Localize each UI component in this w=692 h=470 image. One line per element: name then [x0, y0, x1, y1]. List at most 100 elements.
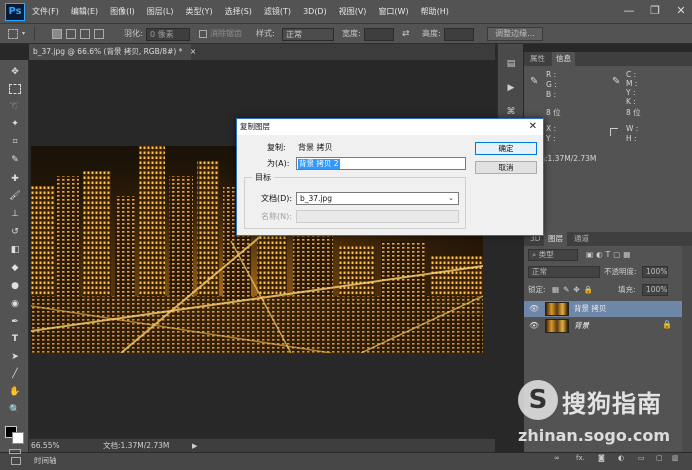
crop-tool-icon[interactable]: ⌗ — [8, 136, 22, 148]
move-tool-icon[interactable]: ✥ — [8, 66, 22, 78]
duplicate-layer-dialog: 复制图层 ✕ 复制: 背景 拷贝 为(A): 背景 拷贝 2 目标 文档(D):… — [236, 118, 544, 236]
status-menu-arrow-icon[interactable]: ▶ — [192, 439, 197, 453]
feather-input[interactable]: 0 像素 — [146, 28, 190, 41]
width-input[interactable] — [364, 28, 394, 41]
brush-tool-icon[interactable]: 🖌 — [8, 190, 22, 202]
adjustment-icon[interactable]: ◐ — [618, 454, 624, 462]
menu-file[interactable]: 文件(F) — [32, 0, 59, 24]
menu-layer[interactable]: 图层(L) — [147, 0, 174, 24]
rect-marquee-tool-icon[interactable] — [9, 84, 21, 94]
fill-input[interactable]: 100% — [642, 284, 668, 296]
quick-mask-icon[interactable] — [9, 449, 21, 454]
layer-filter-icons[interactable]: ▣◐T▢▦ — [586, 249, 633, 261]
paint-bucket-tool-icon[interactable]: ◆ — [8, 262, 22, 274]
pen-tool-icon[interactable]: ✒ — [8, 316, 22, 328]
minimize-button[interactable]: — — [622, 3, 636, 19]
link-icon[interactable]: ∞ — [554, 454, 560, 462]
document-tab[interactable]: b_37.jpg @ 66.6% (背景 拷贝, RGB/8#) * × — [29, 44, 196, 60]
subtract-selection-icon[interactable] — [80, 29, 90, 39]
timeline-label[interactable]: 时间轴 — [34, 453, 57, 469]
mask-icon[interactable]: ◙ — [598, 454, 605, 462]
status-bar: 66.55% 文档:1.37M/2.73M ▶ — [29, 438, 495, 452]
clone-stamp-tool-icon[interactable]: ⊥ — [8, 208, 22, 220]
background-color-swatch[interactable] — [12, 432, 24, 444]
opacity-input[interactable]: 100% — [642, 266, 668, 278]
menu-type[interactable]: 类型(Y) — [185, 0, 212, 24]
history-brush-tool-icon[interactable]: ↺ — [8, 226, 22, 238]
bit-depth-right: 8 位 — [626, 108, 641, 117]
eye-icon[interactable]: 👁 — [529, 304, 539, 313]
close-tab-icon[interactable]: × — [190, 47, 196, 56]
group-icon[interactable]: ▭ — [638, 454, 645, 462]
tab-info[interactable]: 信息 — [552, 52, 575, 66]
swap-dimensions-icon[interactable]: ⇄ — [402, 24, 410, 44]
lasso-tool-icon[interactable]: ➰ — [8, 101, 22, 113]
new-selection-icon[interactable] — [52, 29, 62, 39]
menu-image[interactable]: 图像(I) — [110, 0, 135, 24]
dodge-tool-icon[interactable]: ◉ — [8, 298, 22, 310]
menu-filter[interactable]: 滤镜(T) — [264, 0, 291, 24]
restore-button[interactable]: ❐ — [648, 3, 662, 19]
antialias-checkbox[interactable] — [199, 30, 207, 38]
eye-icon[interactable]: 👁 — [529, 321, 539, 330]
fx-icon[interactable]: fx. — [576, 454, 585, 462]
menu-select[interactable]: 选择(S) — [225, 0, 252, 24]
name-label: 名称(N): — [261, 212, 292, 221]
actions-play-icon[interactable]: ▶ — [505, 82, 517, 94]
eyedropper-cmyk-icon[interactable]: ✎ — [612, 76, 620, 87]
menu-edit[interactable]: 编辑(E) — [71, 0, 98, 24]
menu-help[interactable]: 帮助(H) — [421, 0, 449, 24]
eraser-tool-icon[interactable]: ◧ — [8, 244, 22, 256]
history-panel-icon[interactable]: ▤ — [505, 58, 517, 70]
line-tool-icon[interactable]: ╱ — [8, 368, 22, 380]
brush-panel-icon[interactable]: ⌘ — [505, 106, 517, 118]
layer-row-background-copy[interactable]: 👁 背景 拷贝 — [524, 301, 682, 317]
add-to-selection-icon[interactable] — [66, 29, 76, 39]
lock-icon: 🔒 — [662, 320, 672, 329]
tab-properties[interactable]: 属性 — [526, 52, 549, 66]
dialog-close-icon[interactable]: ✕ — [529, 119, 537, 135]
intersect-selection-icon[interactable] — [94, 29, 104, 39]
timeline-icon[interactable] — [11, 457, 21, 465]
menu-view[interactable]: 视图(V) — [339, 0, 367, 24]
layers-scrollbar[interactable] — [682, 246, 692, 452]
lock-icons[interactable]: ▦✎✥🔒 — [552, 284, 597, 296]
zoom-tool-icon[interactable]: 🔍 — [8, 404, 22, 416]
zoom-level[interactable]: 66.55% — [31, 439, 60, 453]
layer-name: 背景 拷贝 — [574, 304, 607, 313]
blend-mode-select[interactable]: 正常 — [528, 266, 600, 278]
trash-icon[interactable]: ▥ — [672, 454, 679, 462]
document-select[interactable]: b_37.jpg ⌄ — [296, 192, 459, 205]
hand-tool-icon[interactable]: ✋ — [8, 386, 22, 398]
bit-depth-left: 8 位 — [546, 108, 561, 117]
refine-edge-button[interactable]: 调整边缘... — [487, 27, 543, 41]
height-input[interactable] — [444, 28, 474, 41]
marquee-tool-preset-icon[interactable] — [8, 29, 18, 39]
close-window-button[interactable]: ✕ — [674, 3, 688, 19]
path-selection-tool-icon[interactable]: ➤ — [8, 351, 22, 363]
eyedropper-icon[interactable]: ✎ — [530, 76, 538, 87]
as-name-input[interactable]: 背景 拷贝 2 — [296, 157, 466, 170]
ok-button[interactable]: 确定 — [475, 142, 537, 155]
layers-footer: ∞ fx. ◙ ◐ ▭ ▢ ▥ — [524, 452, 682, 466]
preset-dropdown-arrow-icon[interactable]: ▾ — [22, 24, 25, 44]
height-label: 高度: — [422, 29, 441, 38]
menu-window[interactable]: 窗口(W) — [378, 0, 408, 24]
cancel-button[interactable]: 取消 — [475, 161, 537, 174]
magic-wand-tool-icon[interactable]: ✦ — [8, 118, 22, 130]
menu-items: 文件(F) 编辑(E) 图像(I) 图层(L) 类型(Y) 选择(S) 滤镜(T… — [32, 0, 461, 24]
layer-row-background[interactable]: 👁 背景 🔒 — [524, 318, 682, 334]
tab-layers[interactable]: 图层 — [544, 232, 567, 246]
blur-tool-icon[interactable]: ● — [8, 280, 22, 292]
cmyk-readout: C : M : Y : K : — [626, 70, 638, 106]
style-select[interactable]: 正常 — [282, 28, 334, 41]
chevron-down-icon: ⌄ — [448, 194, 454, 202]
new-layer-icon[interactable]: ▢ — [656, 454, 663, 462]
menu-3d[interactable]: 3D(D) — [303, 0, 327, 24]
window-controls: — ❐ ✕ — [622, 3, 688, 19]
type-tool-icon[interactable]: T — [8, 333, 22, 345]
layer-filter-kind[interactable]: ⌕ 类型 — [528, 249, 578, 261]
eyedropper-tool-icon[interactable]: ✎ — [8, 154, 22, 166]
tab-channels[interactable]: 通道 — [570, 232, 593, 246]
healing-brush-tool-icon[interactable]: ✚ — [8, 173, 22, 185]
